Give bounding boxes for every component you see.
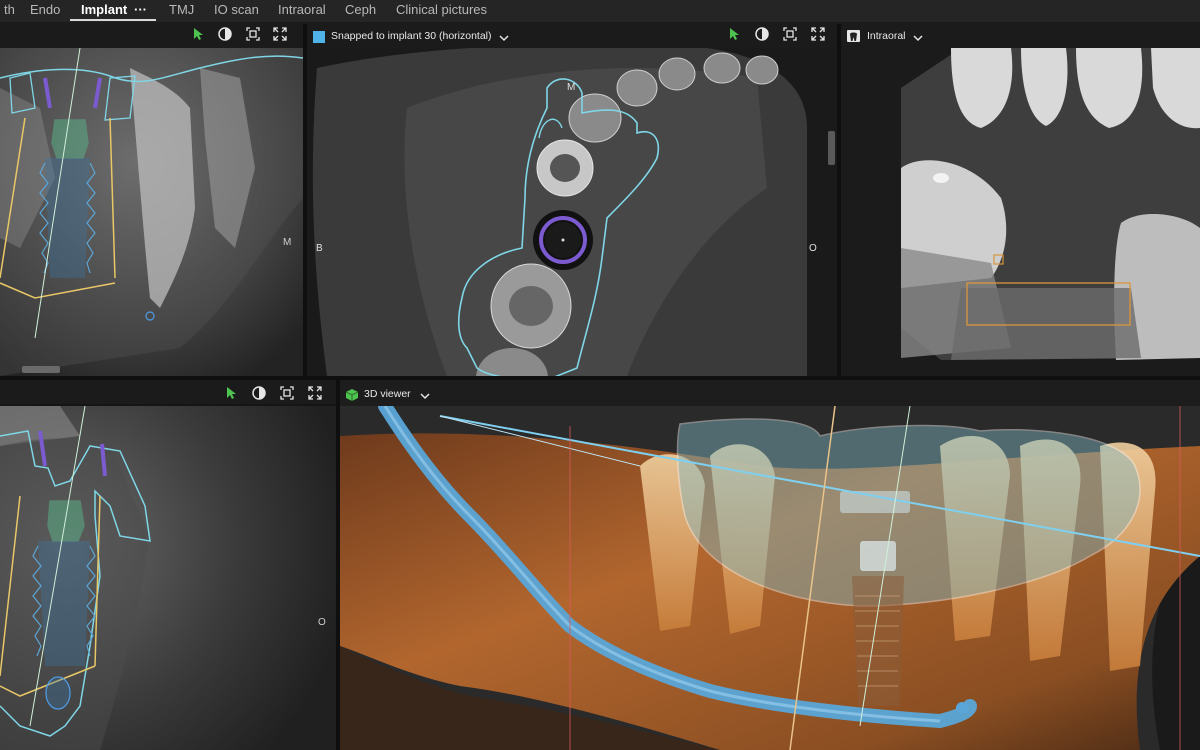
pointer-icon[interactable] — [189, 27, 207, 45]
fit-icon[interactable] — [278, 386, 296, 404]
pane-toolbar: 3D viewer — [340, 380, 1200, 406]
orientation-label-o: O — [318, 617, 326, 628]
tab-io-scan[interactable]: IO scan — [214, 0, 259, 20]
3d-render — [340, 399, 1200, 750]
horizontal-splitter[interactable] — [0, 376, 1200, 380]
tab-intraoral[interactable]: Intraoral — [278, 0, 326, 20]
tab-implant[interactable]: Implant — [81, 0, 127, 20]
pane-toolbar: Snapped to implant 30 (horizontal) — [307, 24, 837, 48]
expand-icon[interactable] — [306, 386, 324, 404]
module-tab-bar: th Endo Implant ··· TMJ IO scan Intraora… — [0, 0, 1200, 22]
tab-th[interactable]: th — [4, 0, 15, 20]
vertical-splitter-top-left[interactable] — [303, 24, 307, 376]
intraoral-viewport[interactable] — [841, 48, 1200, 376]
chevron-down-icon[interactable] — [495, 29, 513, 47]
cube-icon — [345, 388, 359, 401]
chevron-down-icon[interactable] — [909, 29, 927, 47]
tooth-icon — [847, 30, 860, 42]
pointer-icon[interactable] — [725, 27, 743, 45]
orientation-label-top: M — [567, 82, 575, 93]
contrast-icon[interactable] — [250, 386, 268, 404]
intraoral-pane: Intraoral — [841, 24, 1200, 376]
cross-section-pane-bottom: O — [0, 380, 336, 750]
vertical-splitter-top-right[interactable] — [837, 24, 841, 376]
fit-icon[interactable] — [244, 27, 262, 45]
cross-section-viewport[interactable]: M — [0, 47, 303, 376]
axial-image: M D B O — [307, 44, 837, 376]
axial-pane: Snapped to implant 30 (horizontal) M B O — [307, 24, 837, 376]
pane-toolbar — [0, 380, 336, 404]
tab-tmj[interactable]: TMJ — [169, 0, 194, 20]
cross-section-viewport-bottom[interactable]: O — [0, 405, 336, 750]
fit-icon[interactable] — [781, 27, 799, 45]
3d-viewport[interactable] — [340, 399, 1200, 750]
cross-section-image-bottom: O — [0, 405, 336, 750]
vertical-scrollbar[interactable] — [828, 131, 835, 165]
snap-mode-title[interactable]: Snapped to implant 30 (horizontal) — [331, 30, 492, 42]
tab-more-button[interactable]: ··· — [134, 0, 147, 20]
pane-toolbar: Intraoral — [841, 24, 1200, 48]
tab-ceph[interactable]: Ceph — [345, 0, 376, 20]
cross-section-image: M — [0, 47, 303, 376]
vertical-splitter-bottom[interactable] — [336, 380, 340, 750]
cross-section-pane-top: M — [0, 24, 303, 376]
expand-icon[interactable] — [271, 27, 289, 45]
3d-viewer-pane: 3D viewer — [340, 380, 1200, 750]
tab-endo[interactable]: Endo — [30, 0, 60, 20]
layer-square-icon — [313, 31, 325, 43]
horizontal-scrollbar[interactable] — [22, 366, 60, 373]
3d-viewer-title[interactable]: 3D viewer — [364, 388, 411, 400]
contrast-icon[interactable] — [753, 27, 771, 45]
intraoral-xray-image — [841, 48, 1200, 376]
orientation-label-right: O — [809, 243, 817, 254]
expand-icon[interactable] — [809, 27, 827, 45]
tab-clinical-pictures[interactable]: Clinical pictures — [396, 0, 487, 20]
pane-toolbar — [0, 24, 303, 48]
contrast-icon[interactable] — [216, 27, 234, 45]
intraoral-title[interactable]: Intraoral — [867, 30, 906, 42]
orientation-label-left: B — [316, 243, 323, 254]
pointer-icon[interactable] — [222, 386, 240, 404]
active-tab-indicator — [70, 19, 156, 21]
orientation-label-m: M — [283, 237, 291, 248]
axial-viewport[interactable]: M D B O — [307, 44, 837, 376]
chevron-down-icon[interactable] — [416, 387, 434, 405]
